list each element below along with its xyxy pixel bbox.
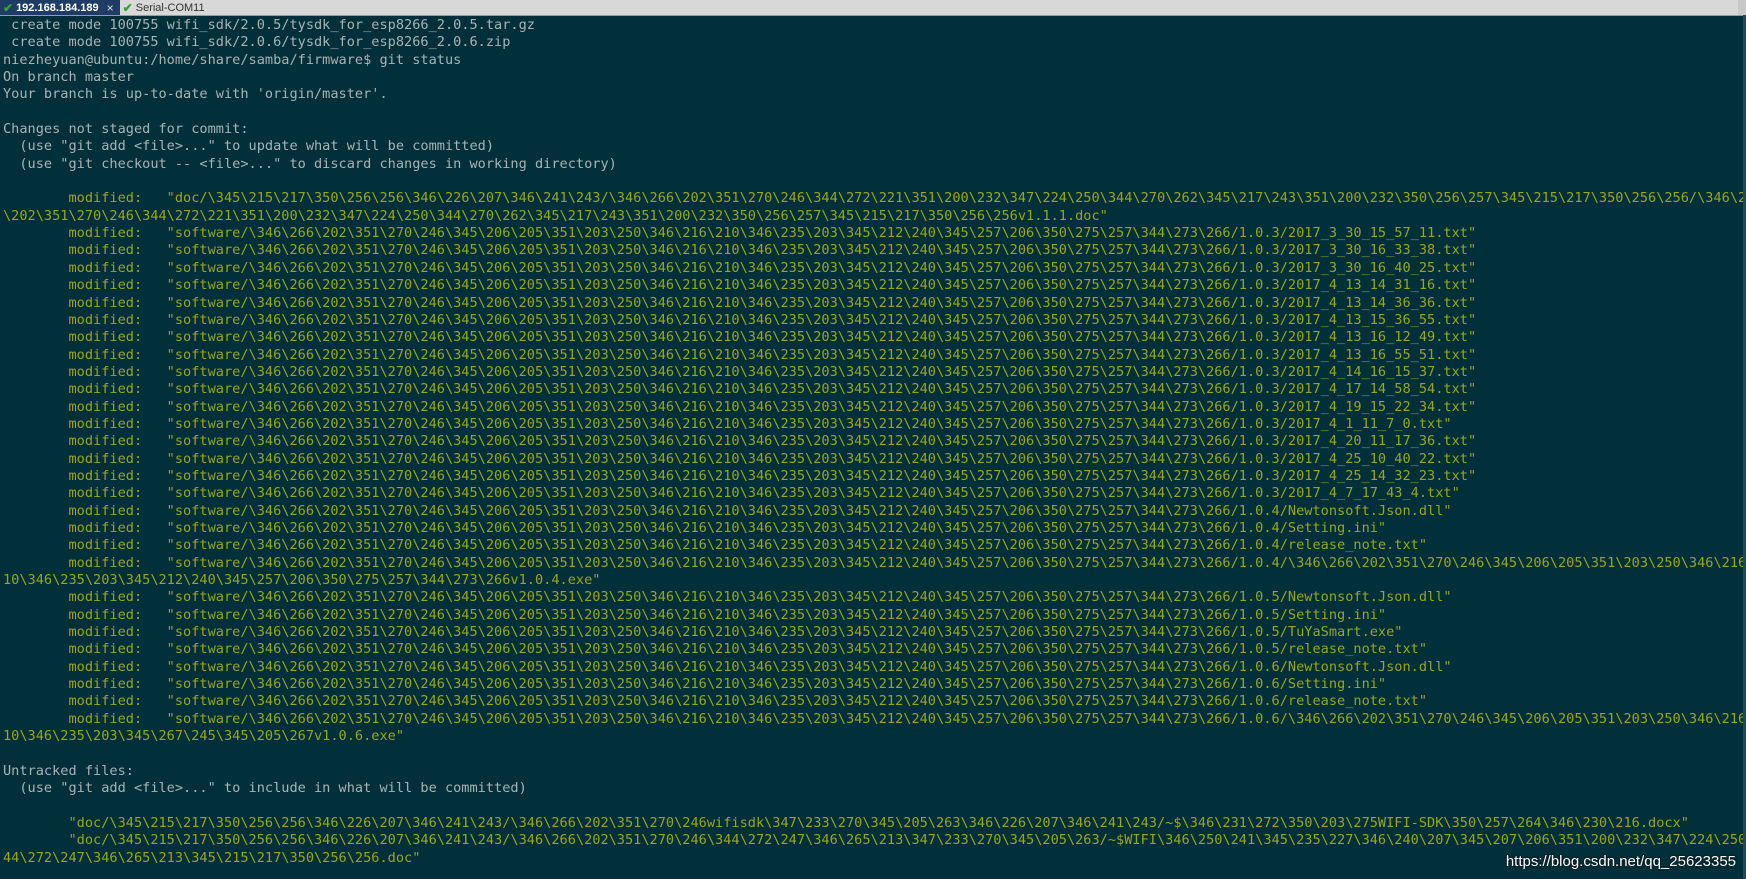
tab-bar: ✔ 192.168.184.189 × ✔ Serial-COM11 [0, 0, 1746, 16]
tab-ssh-session[interactable]: ✔ 192.168.184.189 × [0, 0, 120, 15]
terminal-line: modified: "software/\346\266\202\351\270… [3, 676, 1387, 693]
terminal-line: \202\351\270\246\344\272\221\351\200\232… [3, 207, 1108, 224]
terminal-line: modified: "software/\346\266\202\351\270… [3, 502, 1452, 519]
terminal-line: Untracked files: [3, 762, 134, 779]
terminal-line: (use "git checkout -- <file>..." to disc… [3, 155, 617, 172]
terminal-line: (use "git add <file>..." to include in w… [3, 780, 527, 797]
terminal-line: (use "git add <file>..." to update what … [3, 138, 495, 155]
terminal-line: modified: "software/\346\266\202\351\270… [3, 589, 1452, 606]
terminal-line: modified: "software/\346\266\202\351\270… [3, 450, 1477, 467]
tab-scroll-button[interactable] [1738, 0, 1746, 15]
watermark-url: https://blog.csdn.net/qq_25623355 [1505, 853, 1736, 870]
terminal-line: Your branch is up-to-date with 'origin/m… [3, 86, 388, 103]
terminal-line: modified: "software/\346\266\202\351\270… [3, 242, 1477, 259]
terminal-line: create mode 100755 wifi_sdk/2.0.6/tysdk_… [3, 34, 511, 51]
terminal-line: modified: "software/\346\266\202\351\270… [3, 294, 1477, 311]
terminal-line: 10\346\235\203\345\267\245\345\205\267v1… [3, 728, 405, 745]
terminal-line: modified: "software/\346\266\202\351\270… [3, 710, 1743, 727]
terminal-line: 44\272\247\346\265\213\345\215\217\350\2… [3, 849, 421, 866]
terminal-line: modified: "software/\346\266\202\351\270… [3, 225, 1477, 242]
terminal-line: modified: "software/\346\266\202\351\270… [3, 658, 1452, 675]
terminal-window: ✔ 192.168.184.189 × ✔ Serial-COM11 creat… [0, 0, 1746, 879]
terminal-line: modified: "software/\346\266\202\351\270… [3, 277, 1477, 294]
connected-check-icon: ✔ [3, 0, 14, 15]
terminal-line: modified: "software/\346\266\202\351\270… [3, 433, 1477, 450]
terminal-line: modified: "software/\346\266\202\351\270… [3, 381, 1477, 398]
terminal-line: modified: "software/\346\266\202\351\270… [3, 363, 1477, 380]
terminal-line: modified: "software/\346\266\202\351\270… [3, 537, 1428, 554]
terminal-line: modified: "software/\346\266\202\351\270… [3, 329, 1477, 346]
terminal-line: modified: "software/\346\266\202\351\270… [3, 606, 1387, 623]
terminal-line: modified: "software/\346\266\202\351\270… [3, 554, 1743, 571]
terminal-line: modified: "software/\346\266\202\351\270… [3, 693, 1428, 710]
terminal-line: niezheyuan@ubuntu:/home/share/samba/firm… [3, 51, 462, 68]
terminal-line: modified: "software/\346\266\202\351\270… [3, 259, 1477, 276]
terminal-line: modified: "software/\346\266\202\351\270… [3, 641, 1428, 658]
tab-serial-com11[interactable]: ✔ Serial-COM11 [119, 0, 211, 15]
tab-label: Serial-COM11 [135, 1, 205, 14]
terminal-line: Changes not staged for commit: [3, 121, 249, 138]
terminal-line: 10\346\235\203\345\212\240\345\257\206\3… [3, 572, 601, 588]
terminal-line: modified: "software/\346\266\202\351\270… [3, 519, 1387, 536]
terminal-line: modified: "software/\346\266\202\351\270… [3, 624, 1403, 641]
tab-label: 192.168.184.189 [16, 1, 99, 14]
terminal-line: modified: "software/\346\266\202\351\270… [3, 311, 1477, 328]
terminal-line: modified: "software/\346\266\202\351\270… [3, 467, 1477, 484]
terminal-line: create mode 100755 wifi_sdk/2.0.5/tysdk_… [3, 17, 535, 33]
terminal-line: "doc/\345\215\217\350\256\256\346\226\20… [3, 814, 1689, 831]
close-icon[interactable]: × [107, 1, 114, 15]
terminal-line: modified: "software/\346\266\202\351\270… [3, 346, 1477, 363]
terminal-line: modified: "software/\346\266\202\351\270… [3, 485, 1460, 502]
terminal-line: modified: "software/\346\266\202\351\270… [3, 415, 1452, 432]
terminal-line: modified: "doc/\345\215\217\350\256\256\… [3, 190, 1743, 207]
terminal-line: "doc/\345\215\217\350\256\256\346\226\20… [3, 832, 1743, 849]
terminal-line: On branch master [3, 69, 134, 86]
terminal-output[interactable]: create mode 100755 wifi_sdk/2.0.5/tysdk_… [1, 17, 1743, 877]
connected-check-icon: ✔ [122, 0, 133, 15]
terminal-line: modified: "software/\346\266\202\351\270… [3, 398, 1477, 415]
